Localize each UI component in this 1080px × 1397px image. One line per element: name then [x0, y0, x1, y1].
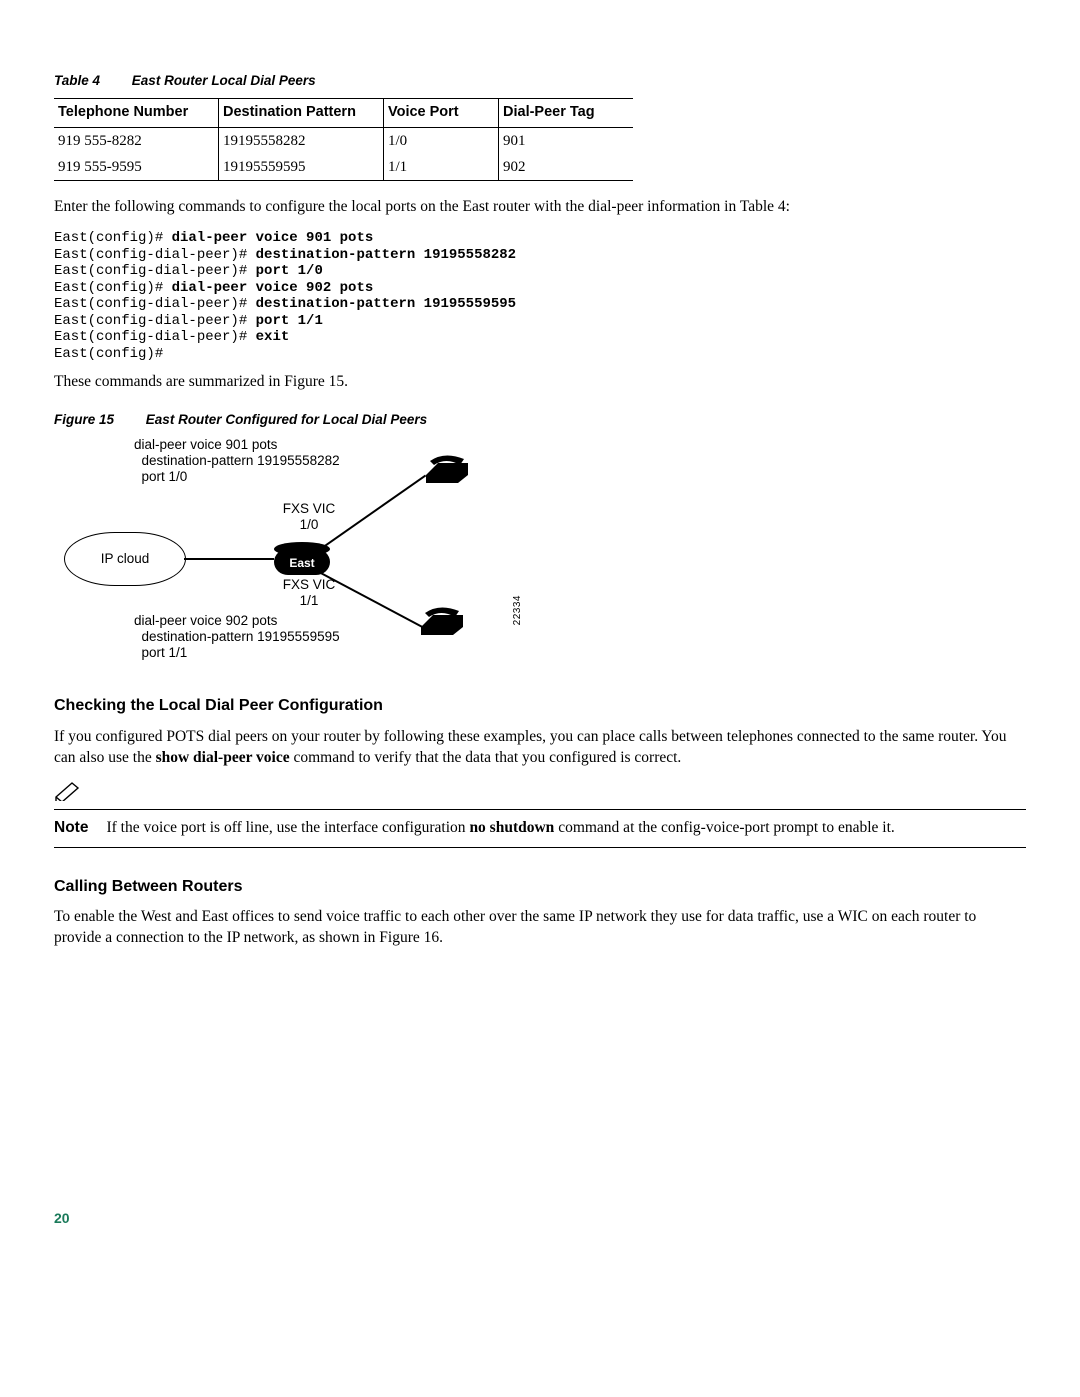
table-header-row: Telephone Number Destination Pattern Voi… [54, 99, 633, 128]
figure-id: 22334 [511, 595, 525, 625]
section-checking-title: Checking the Local Dial Peer Configurati… [54, 695, 1026, 717]
fig-text: 1/0 [300, 517, 319, 532]
section-calling-para: To enable the West and East offices to s… [54, 907, 1026, 949]
router-label: East [274, 555, 330, 571]
th-destination: Destination Pattern [219, 99, 384, 128]
fig-text: dial-peer voice 902 pots [134, 613, 277, 628]
fig-text: destination-pattern 19195558282 [142, 453, 340, 468]
figure15-caption: Figure 15 East Router Configured for Loc… [54, 411, 1026, 429]
cli-prompt: East(config-dial-peer)# [54, 313, 256, 329]
note-pencil-icon [54, 781, 82, 801]
figure15-diagram: dial-peer voice 901 pots destination-pat… [124, 437, 534, 667]
table4-number: Table 4 [54, 73, 100, 88]
td-telephone: 919 555-8282 [54, 127, 219, 154]
fig-text: port 1/0 [142, 469, 188, 484]
fig-text: port 1/1 [142, 645, 188, 660]
note-text: If the voice port is off line, use the i… [106, 818, 1026, 839]
cli-command: dial-peer voice 901 pots [172, 230, 374, 246]
fig-text: dial-peer voice 901 pots [134, 437, 277, 452]
intro-paragraph: Enter the following commands to configur… [54, 197, 1026, 218]
td-voiceport: 1/0 [384, 127, 499, 154]
cli-prompt: East(config-dial-peer)# [54, 247, 256, 263]
note-label: Note [54, 818, 88, 839]
td-dialpeer: 901 [499, 127, 634, 154]
cloud-icon: IP cloud [64, 532, 186, 586]
para-bold: show dial-peer voice [156, 749, 290, 766]
note-bold: no shutdown [469, 819, 554, 836]
connector-line [184, 558, 274, 560]
td-dialpeer: 902 [499, 154, 634, 181]
figure15-number: Figure 15 [54, 412, 114, 427]
table-row: 919 555-8282 19195558282 1/0 901 [54, 127, 633, 154]
section-calling-title: Calling Between Routers [54, 876, 1026, 898]
fig-text: FXS VIC [283, 501, 336, 516]
fig-cloud-label: IP cloud [101, 550, 150, 568]
cli-prompt: East(config)# [54, 280, 172, 296]
fig-fxs-top: FXS VIC 1/0 [274, 501, 344, 532]
fig-text: FXS VIC [283, 577, 336, 592]
cli-block: East(config)# dial-peer voice 901 pots E… [54, 230, 1026, 362]
phone-icon [419, 607, 465, 633]
table-row: 919 555-9595 19195559595 1/1 902 [54, 154, 633, 181]
note-block: Note If the voice port is off line, use … [54, 809, 1026, 848]
para-text: command to verify that the data that you… [290, 749, 682, 766]
cli-command: exit [256, 329, 290, 345]
section-checking-para: If you configured POTS dial peers on you… [54, 727, 1026, 769]
phone-icon [424, 455, 470, 481]
td-destination: 19195558282 [219, 127, 384, 154]
fig-bot-config: dial-peer voice 902 pots destination-pat… [134, 613, 340, 660]
td-destination: 19195559595 [219, 154, 384, 181]
th-voiceport: Voice Port [384, 99, 499, 128]
th-telephone: Telephone Number [54, 99, 219, 128]
cli-prompt: East(config-dial-peer)# [54, 329, 256, 345]
table4-caption: Table 4 East Router Local Dial Peers [54, 72, 1026, 90]
cli-prompt: East(config)# [54, 346, 163, 362]
summary-paragraph: These commands are summarized in Figure … [54, 372, 1026, 393]
cli-command: port 1/1 [256, 313, 323, 329]
td-voiceport: 1/1 [384, 154, 499, 181]
note-text-part: If the voice port is off line, use the i… [106, 819, 469, 836]
table4: Telephone Number Destination Pattern Voi… [54, 98, 633, 181]
td-telephone: 919 555-9595 [54, 154, 219, 181]
page-number: 20 [54, 1209, 1026, 1228]
cli-command: destination-pattern 19195559595 [256, 296, 516, 312]
note-text-part: command at the config-voice-port prompt … [554, 819, 894, 836]
cli-command: dial-peer voice 902 pots [172, 280, 374, 296]
fig-top-config: dial-peer voice 901 pots destination-pat… [134, 437, 340, 484]
fig-text: 1/1 [300, 593, 319, 608]
fig-fxs-bot: FXS VIC 1/1 [274, 577, 344, 608]
cli-prompt: East(config)# [54, 230, 172, 246]
th-dialpeer: Dial-Peer Tag [499, 99, 634, 128]
fig-text: destination-pattern 19195559595 [142, 629, 340, 644]
table4-title: East Router Local Dial Peers [132, 73, 316, 88]
cli-command: destination-pattern 19195558282 [256, 247, 516, 263]
cli-command: port 1/0 [256, 263, 323, 279]
cli-prompt: East(config-dial-peer)# [54, 263, 256, 279]
cli-prompt: East(config-dial-peer)# [54, 296, 256, 312]
figure15-title: East Router Configured for Local Dial Pe… [146, 412, 427, 427]
